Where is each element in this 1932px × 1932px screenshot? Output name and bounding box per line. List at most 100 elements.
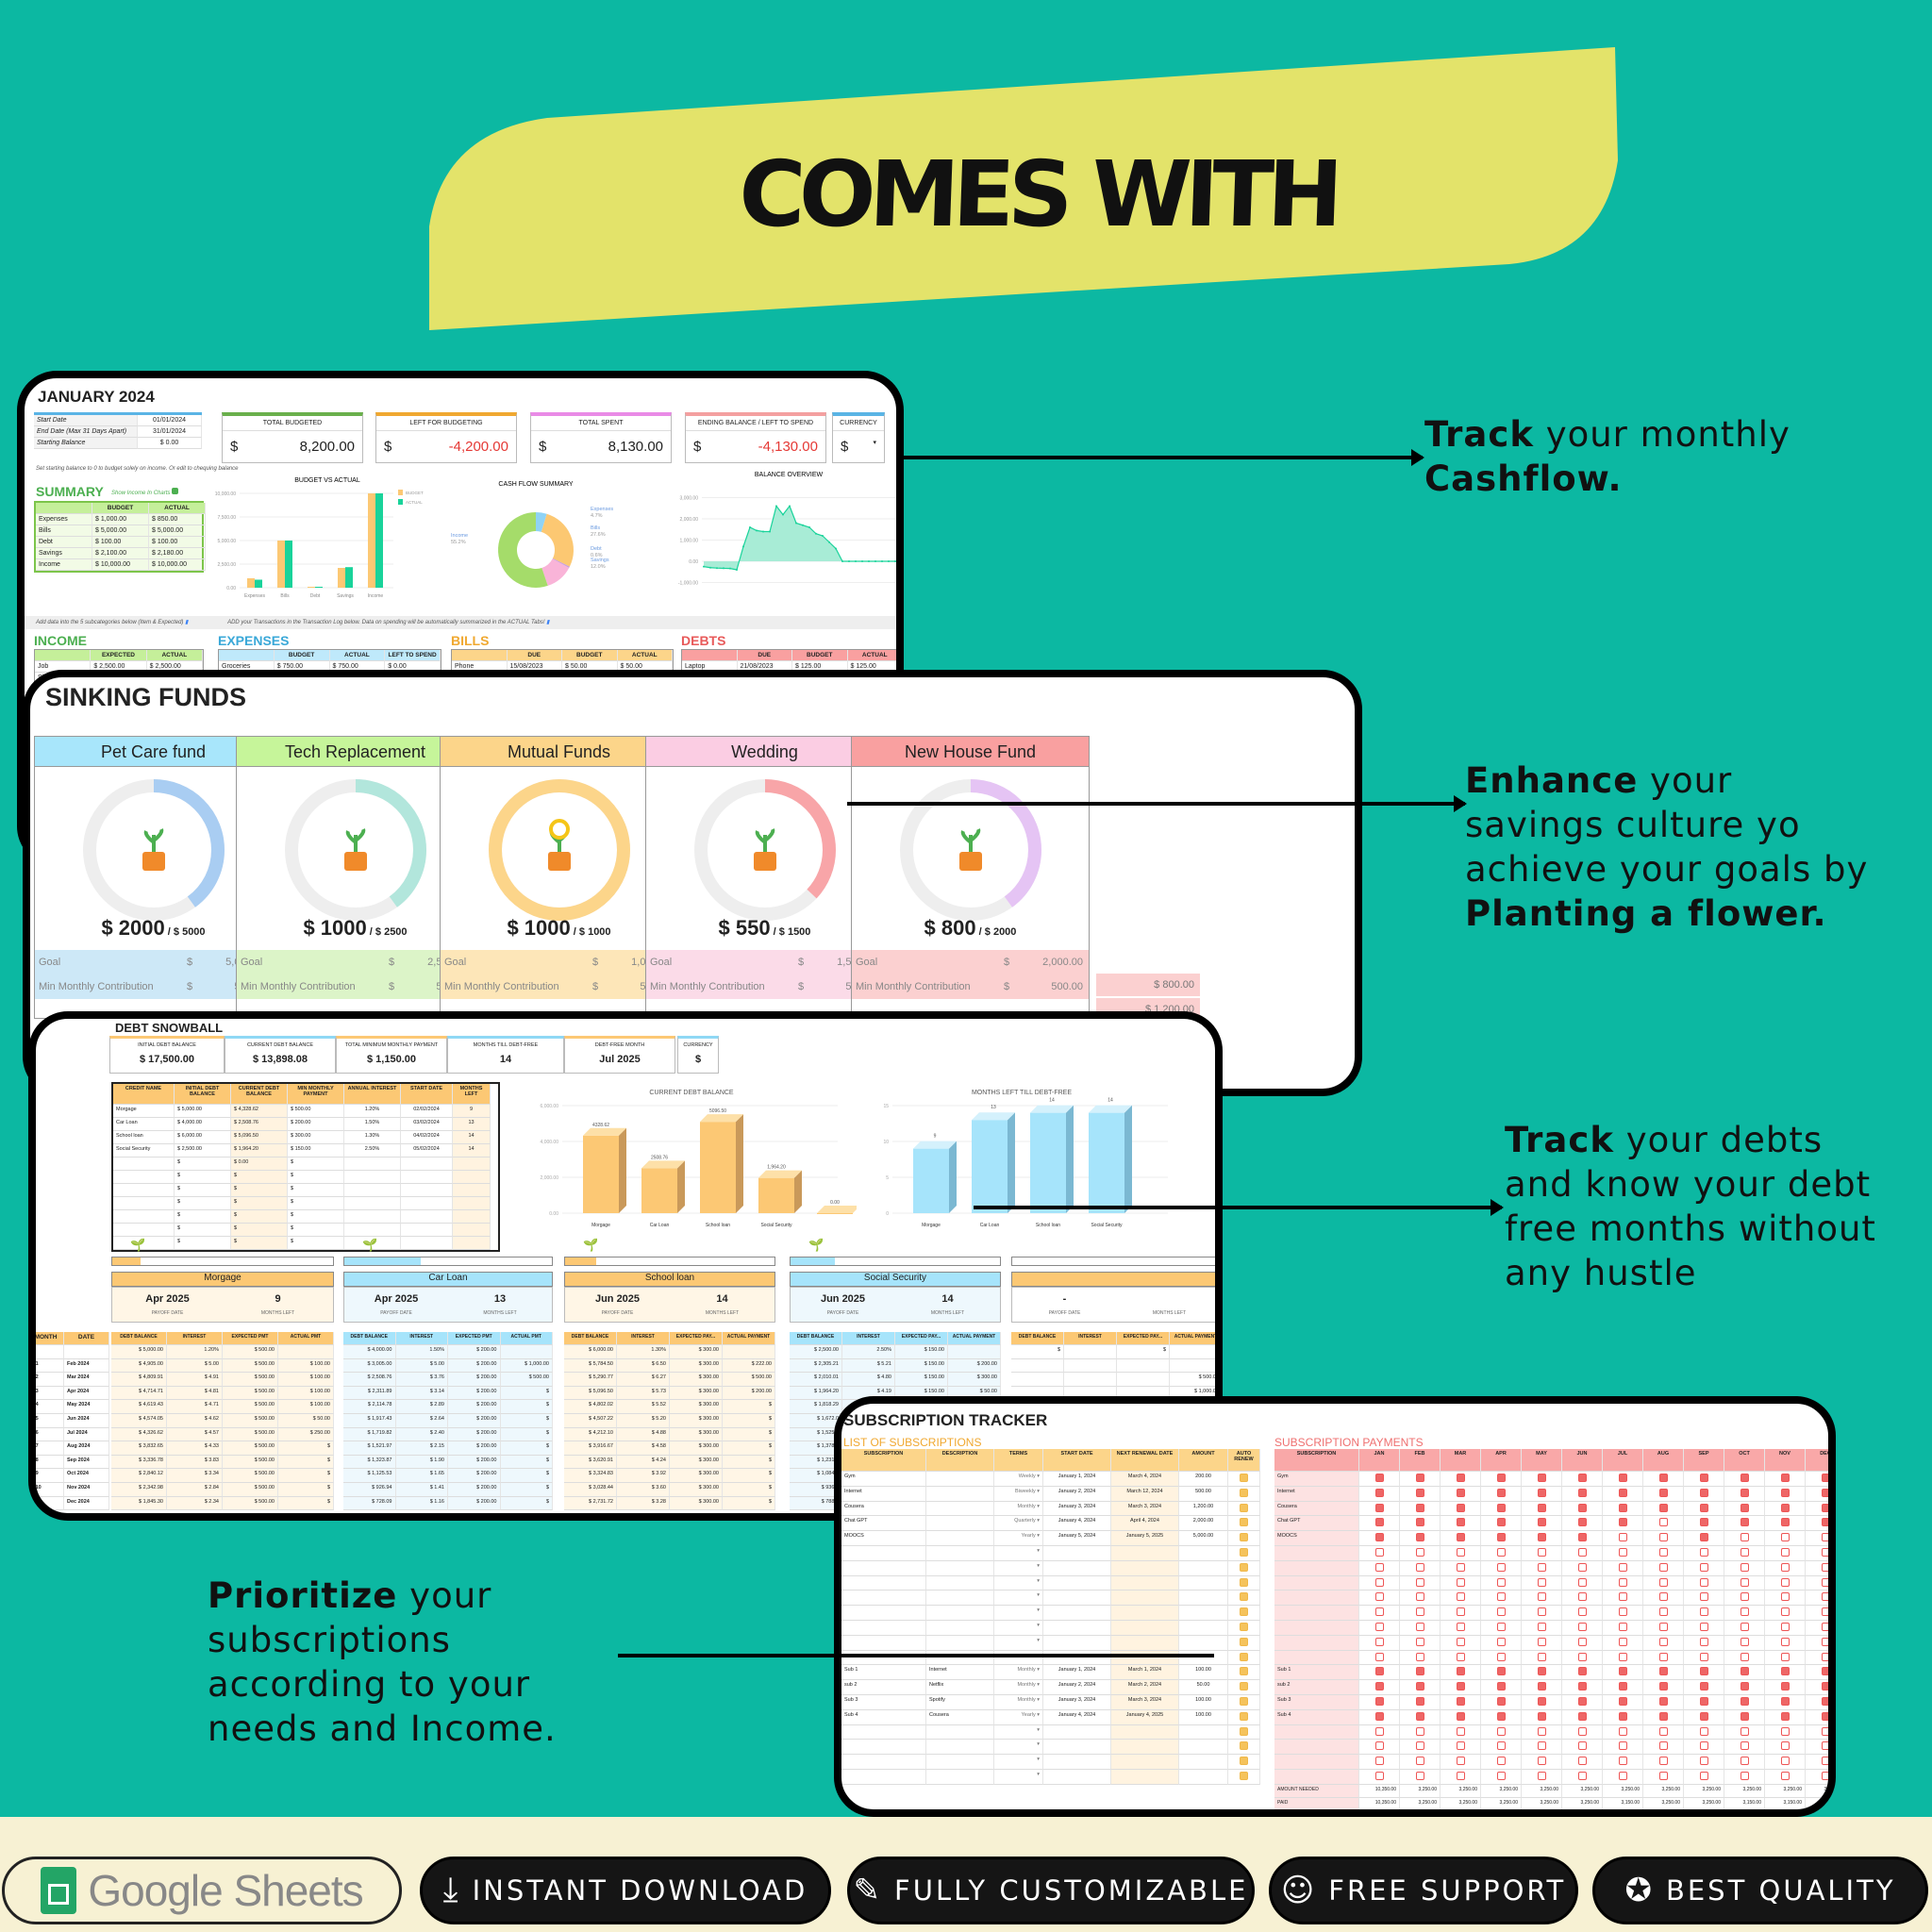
payment-checkbox[interactable]: [1658, 1757, 1668, 1766]
payment-checkbox[interactable]: [1537, 1696, 1546, 1706]
payment-checkbox[interactable]: [1374, 1547, 1384, 1557]
payment-checkbox[interactable]: [1496, 1682, 1506, 1691]
payment-checkbox[interactable]: [1537, 1711, 1546, 1721]
payment-checkbox[interactable]: [1780, 1637, 1790, 1646]
payment-checkbox[interactable]: [1577, 1488, 1587, 1497]
payment-checkbox[interactable]: [1577, 1562, 1587, 1572]
payment-checkbox[interactable]: [1618, 1771, 1627, 1780]
payment-checkbox[interactable]: [1780, 1503, 1790, 1512]
payment-checkbox[interactable]: [1740, 1696, 1749, 1706]
auto-renew-checkbox[interactable]: [1240, 1696, 1248, 1706]
payment-checkbox[interactable]: [1374, 1518, 1384, 1527]
payment-checkbox[interactable]: [1699, 1607, 1708, 1617]
payment-checkbox[interactable]: [1456, 1533, 1465, 1542]
auto-renew-checkbox[interactable]: [1240, 1622, 1248, 1631]
payment-checkbox[interactable]: [1618, 1711, 1627, 1721]
payment-checkbox[interactable]: [1821, 1757, 1828, 1766]
payment-checkbox[interactable]: [1699, 1637, 1708, 1646]
auto-renew-checkbox[interactable]: [1240, 1533, 1248, 1542]
payment-checkbox[interactable]: [1699, 1547, 1708, 1557]
payment-checkbox[interactable]: [1456, 1741, 1465, 1751]
payment-checkbox[interactable]: [1577, 1637, 1587, 1646]
payment-checkbox[interactable]: [1496, 1741, 1506, 1751]
payment-checkbox[interactable]: [1780, 1741, 1790, 1751]
payment-checkbox[interactable]: [1415, 1652, 1424, 1661]
payment-checkbox[interactable]: [1618, 1474, 1627, 1482]
payment-checkbox[interactable]: [1618, 1518, 1627, 1527]
auto-renew-checkbox[interactable]: [1240, 1474, 1248, 1482]
payment-checkbox[interactable]: [1374, 1741, 1384, 1751]
auto-renew-checkbox[interactable]: [1240, 1488, 1248, 1497]
payment-checkbox[interactable]: [1740, 1741, 1749, 1751]
payment-checkbox[interactable]: [1699, 1488, 1708, 1497]
payment-checkbox[interactable]: [1780, 1711, 1790, 1721]
payment-checkbox[interactable]: [1577, 1622, 1587, 1631]
payment-checkbox[interactable]: [1415, 1577, 1424, 1587]
payment-checkbox[interactable]: [1658, 1503, 1668, 1512]
payment-checkbox[interactable]: [1821, 1652, 1828, 1661]
payment-checkbox[interactable]: [1415, 1592, 1424, 1602]
payment-checkbox[interactable]: [1618, 1533, 1627, 1542]
payment-checkbox[interactable]: [1699, 1771, 1708, 1780]
payment-checkbox[interactable]: [1618, 1741, 1627, 1751]
payment-checkbox[interactable]: [1415, 1696, 1424, 1706]
payment-checkbox[interactable]: [1374, 1726, 1384, 1736]
auto-renew-checkbox[interactable]: [1240, 1757, 1248, 1766]
payment-checkbox[interactable]: [1699, 1503, 1708, 1512]
payment-checkbox[interactable]: [1456, 1771, 1465, 1780]
terms-dropdown[interactable]: Monthly ▾: [994, 1680, 1043, 1695]
payment-checkbox[interactable]: [1780, 1518, 1790, 1527]
payment-checkbox[interactable]: [1456, 1562, 1465, 1572]
payment-checkbox[interactable]: [1374, 1711, 1384, 1721]
payment-checkbox[interactable]: [1618, 1726, 1627, 1736]
payment-checkbox[interactable]: [1821, 1592, 1828, 1602]
payment-checkbox[interactable]: [1780, 1682, 1790, 1691]
payment-checkbox[interactable]: [1618, 1622, 1627, 1631]
payment-checkbox[interactable]: [1537, 1667, 1546, 1676]
payment-checkbox[interactable]: [1618, 1607, 1627, 1617]
payment-checkbox[interactable]: [1699, 1562, 1708, 1572]
payment-checkbox[interactable]: [1537, 1592, 1546, 1602]
payment-checkbox[interactable]: [1496, 1592, 1506, 1602]
payment-checkbox[interactable]: [1821, 1696, 1828, 1706]
payment-checkbox[interactable]: [1821, 1533, 1828, 1542]
payment-checkbox[interactable]: [1780, 1667, 1790, 1676]
payment-checkbox[interactable]: [1699, 1726, 1708, 1736]
payment-checkbox[interactable]: [1496, 1533, 1506, 1542]
payment-checkbox[interactable]: [1537, 1562, 1546, 1572]
payment-checkbox[interactable]: [1821, 1547, 1828, 1557]
payment-checkbox[interactable]: [1821, 1682, 1828, 1691]
payment-checkbox[interactable]: [1537, 1607, 1546, 1617]
payment-checkbox[interactable]: [1821, 1562, 1828, 1572]
payment-checkbox[interactable]: [1577, 1757, 1587, 1766]
payment-checkbox[interactable]: [1496, 1696, 1506, 1706]
auto-renew-checkbox[interactable]: [1240, 1592, 1248, 1602]
payment-checkbox[interactable]: [1740, 1771, 1749, 1780]
terms-dropdown[interactable]: ▾: [994, 1545, 1043, 1561]
payment-checkbox[interactable]: [1415, 1607, 1424, 1617]
payment-checkbox[interactable]: [1780, 1726, 1790, 1736]
payment-checkbox[interactable]: [1456, 1488, 1465, 1497]
payment-checkbox[interactable]: [1537, 1757, 1546, 1766]
payment-checkbox[interactable]: [1699, 1533, 1708, 1542]
payment-checkbox[interactable]: [1456, 1474, 1465, 1482]
payment-checkbox[interactable]: [1740, 1667, 1749, 1676]
terms-dropdown[interactable]: ▾: [994, 1575, 1043, 1591]
payment-checkbox[interactable]: [1415, 1474, 1424, 1482]
terms-dropdown[interactable]: Monthly ▾: [994, 1501, 1043, 1517]
auto-renew-checkbox[interactable]: [1240, 1726, 1248, 1736]
payment-checkbox[interactable]: [1658, 1741, 1668, 1751]
payment-checkbox[interactable]: [1780, 1771, 1790, 1780]
terms-dropdown[interactable]: Biweekly ▾: [994, 1486, 1043, 1502]
auto-renew-checkbox[interactable]: [1240, 1518, 1248, 1527]
payment-checkbox[interactable]: [1577, 1547, 1587, 1557]
terms-dropdown[interactable]: ▾: [994, 1740, 1043, 1756]
payment-checkbox[interactable]: [1821, 1622, 1828, 1631]
payment-checkbox[interactable]: [1699, 1682, 1708, 1691]
payment-checkbox[interactable]: [1374, 1533, 1384, 1542]
payment-checkbox[interactable]: [1658, 1771, 1668, 1780]
payment-checkbox[interactable]: [1618, 1757, 1627, 1766]
payment-checkbox[interactable]: [1618, 1667, 1627, 1676]
payment-checkbox[interactable]: [1699, 1518, 1708, 1527]
payment-checkbox[interactable]: [1577, 1696, 1587, 1706]
